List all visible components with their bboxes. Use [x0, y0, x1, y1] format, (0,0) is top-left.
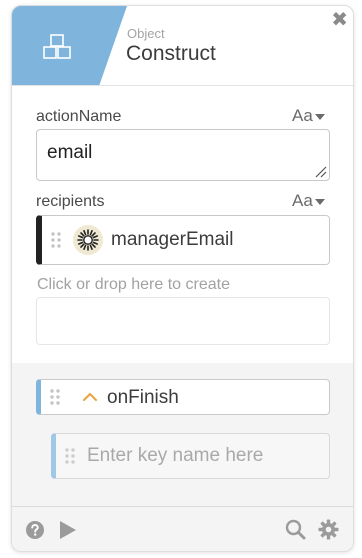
create-dropzone[interactable]	[36, 297, 330, 345]
key-name-input[interactable]: Enter key name here	[51, 433, 330, 479]
play-icon[interactable]	[59, 520, 77, 540]
object-title: Construct	[126, 42, 216, 65]
recipient-item-label: managerEmail	[111, 229, 234, 250]
gear-icon[interactable]	[318, 519, 339, 540]
construct-panel: Object Construct ✖ actionName Aa email r…	[11, 5, 354, 552]
recipients-label: recipients	[36, 193, 105, 210]
object-type-label: Object	[127, 26, 165, 41]
panel-footer	[12, 506, 353, 551]
header-accent	[12, 6, 127, 85]
action-name-format-toggle[interactable]: Aa	[292, 106, 325, 126]
close-icon[interactable]: ✖	[331, 10, 348, 30]
key-name-placeholder: Enter key name here	[87, 445, 264, 466]
action-name-value: email	[47, 142, 93, 163]
create-hint: Click or drop here to create	[37, 276, 230, 293]
action-name-input[interactable]: email	[36, 129, 330, 181]
chevron-down-icon	[314, 113, 325, 120]
format-toggle-label: Aa	[292, 191, 313, 210]
search-icon[interactable]	[285, 519, 306, 540]
help-icon[interactable]	[25, 520, 45, 540]
on-finish-event[interactable]: onFinish	[36, 379, 330, 415]
on-finish-label: onFinish	[107, 387, 179, 408]
panel-header: Object Construct ✖	[12, 6, 353, 85]
format-toggle-label: Aa	[292, 106, 313, 125]
drag-handle-icon[interactable]	[51, 232, 61, 248]
blocks-icon	[43, 34, 71, 59]
sunburst-icon	[73, 225, 103, 255]
recipient-item[interactable]: managerEmail	[36, 215, 330, 265]
resize-handle-icon[interactable]	[315, 166, 327, 178]
action-name-label: actionName	[36, 108, 122, 125]
drag-handle-icon[interactable]	[50, 389, 60, 405]
recipients-format-toggle[interactable]: Aa	[292, 191, 325, 211]
chevron-down-icon	[314, 198, 325, 205]
chevron-up-icon[interactable]	[83, 392, 97, 401]
drag-handle-icon[interactable]	[65, 448, 75, 464]
